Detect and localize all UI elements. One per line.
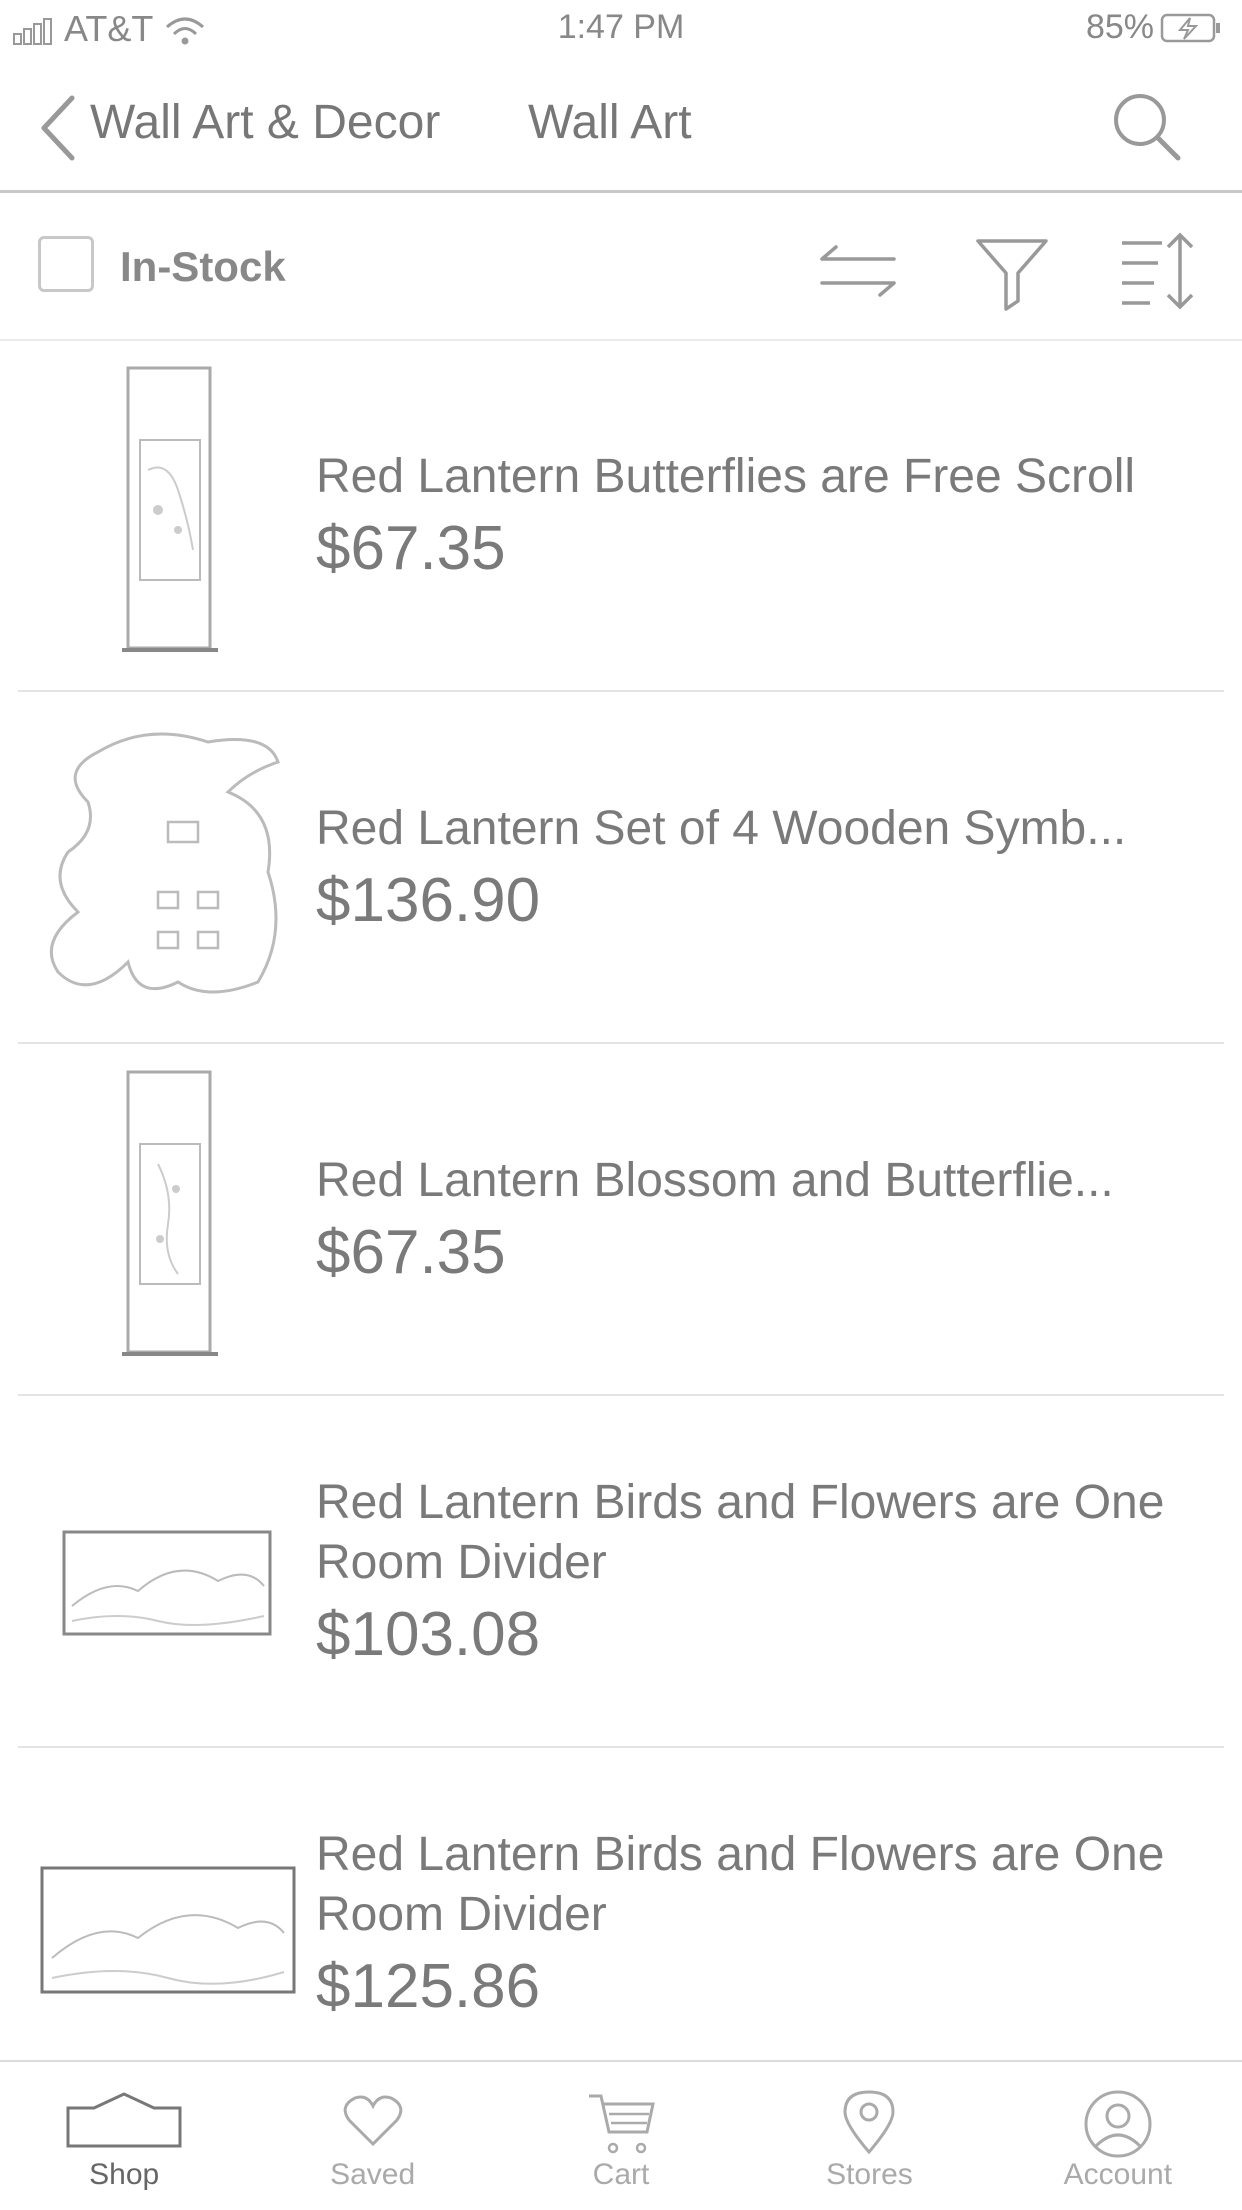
product-title: Red Lantern Birds and Flowers are One Ro… xyxy=(316,1827,1165,1941)
status-time: 1:47 PM xyxy=(557,8,685,46)
search-icon[interactable] xyxy=(1108,88,1184,164)
product-list-item[interactable]: Red Lantern Butterflies are Free Scroll … xyxy=(18,340,1224,692)
product-title: Red Lantern Set of 4 Wooden Symb... xyxy=(316,801,1127,855)
navigation-bar: Wall Art & Decor Wall Art xyxy=(0,60,1242,193)
product-list-item[interactable]: Red Lantern Birds and Flowers are One Ro… xyxy=(18,1748,1224,2100)
product-text: Red Lantern Butterflies are Free Scroll … xyxy=(316,340,1224,690)
tab-cart[interactable]: Cart xyxy=(497,2062,745,2210)
product-title: Red Lantern Butterflies are Free Scroll xyxy=(316,449,1136,503)
product-price: $67.35 xyxy=(316,513,506,583)
breadcrumb-wall-art-decor[interactable]: Wall Art & Decor xyxy=(90,95,440,150)
filter-bar: In-Stock xyxy=(0,193,1242,341)
tab-saved[interactable]: Saved xyxy=(248,2062,496,2210)
product-price: $125.86 xyxy=(316,1951,541,2021)
product-text: Red Lantern Blossom and Butterflie... $6… xyxy=(316,1044,1224,1394)
product-list-item[interactable]: Red Lantern Blossom and Butterflie... $6… xyxy=(18,1044,1224,1396)
filter-funnel-icon[interactable] xyxy=(970,229,1054,313)
location-pin-icon xyxy=(843,2090,895,2155)
shop-icon xyxy=(66,2092,182,2148)
product-price: $136.90 xyxy=(316,865,541,935)
product-title: Red Lantern Blossom and Butterflie... xyxy=(316,1153,1114,1207)
sort-icon[interactable] xyxy=(1118,229,1202,313)
tab-label: Saved xyxy=(330,2158,416,2191)
heart-icon xyxy=(343,2095,402,2147)
battery-status: 85% xyxy=(1086,8,1222,47)
product-text: Red Lantern Set of 4 Wooden Symb... $136… xyxy=(316,692,1224,1042)
product-price: $103.08 xyxy=(316,1599,541,1669)
product-image-room-divider xyxy=(62,1530,272,1636)
tab-bar: Shop Saved Cart Stores Account xyxy=(0,2060,1242,2210)
tab-stores[interactable]: Stores xyxy=(745,2062,993,2210)
battery-percent: 85% xyxy=(1085,8,1154,46)
account-icon xyxy=(1084,2090,1152,2158)
tab-label: Account xyxy=(1063,2158,1173,2191)
back-chevron-icon[interactable] xyxy=(30,90,90,166)
product-list-item[interactable]: Red Lantern Set of 4 Wooden Symb... $136… xyxy=(18,692,1224,1044)
product-text: Red Lantern Birds and Flowers are One Ro… xyxy=(316,1748,1224,2098)
instock-label[interactable]: In-Stock xyxy=(120,243,286,291)
product-image-room-divider xyxy=(40,1866,296,1994)
compare-arrows-icon[interactable] xyxy=(816,229,900,313)
product-list-item[interactable]: Red Lantern Birds and Flowers are One Ro… xyxy=(18,1396,1224,1748)
battery-charging-icon xyxy=(1160,13,1220,42)
product-image-fu-symbol xyxy=(49,732,280,994)
product-title: Red Lantern Birds and Flowers are One Ro… xyxy=(316,1475,1165,1589)
product-list: Red Lantern Butterflies are Free Scroll … xyxy=(0,340,1242,2100)
cart-icon xyxy=(589,2094,655,2154)
product-price: $67.35 xyxy=(316,1217,506,1287)
product-text: Red Lantern Birds and Flowers are One Ro… xyxy=(316,1396,1224,1746)
tab-label: Cart xyxy=(592,2158,650,2191)
product-image-scroll xyxy=(122,1070,218,1356)
instock-checkbox[interactable] xyxy=(38,236,94,292)
tab-account[interactable]: Account xyxy=(994,2062,1242,2210)
tab-shop[interactable]: Shop xyxy=(0,2062,248,2210)
status-bar: AT&T 1:47 PM 85% xyxy=(0,0,1242,60)
tab-label: Shop xyxy=(89,2158,160,2191)
page-title: Wall Art xyxy=(528,96,692,149)
product-image-scroll xyxy=(122,366,218,652)
tab-label: Stores xyxy=(826,2158,913,2191)
